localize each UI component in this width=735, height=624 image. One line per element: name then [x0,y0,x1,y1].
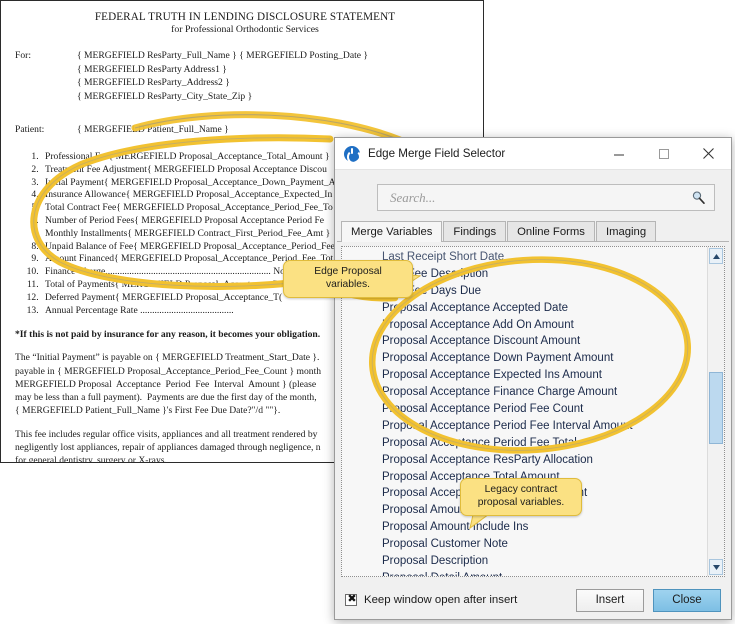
search-area [335,170,731,221]
list-item[interactable]: Proposal Detail Amount [342,570,706,577]
search-input[interactable] [388,189,691,207]
dialog-title-bar[interactable]: Edge Merge Field Selector [335,138,731,170]
edge-merge-field-selector-dialog: Edge Merge Field Selector Merge Varia [334,137,732,620]
tab-bar: Merge VariablesFindingsOnline FormsImagi… [337,221,729,242]
minimize-button[interactable] [596,138,641,169]
scroll-down-button[interactable] [709,559,723,575]
list-item[interactable]: Proposal Acceptance Down Payment Amount [342,350,706,367]
keep-window-open-checkbox-row[interactable]: Keep window open after insert [345,594,567,606]
list-item[interactable]: Proposal Acceptance Add On Amount [342,317,706,334]
tab-imaging[interactable]: Imaging [596,221,656,241]
list-item[interactable]: Proposal Acceptance Period Fee Count [342,401,706,418]
list-item[interactable]: Proposal Acceptance ResParty Allocation [342,452,706,469]
power-app-icon [344,146,360,162]
list-item[interactable]: Proposal Acceptance Finance Charge Amoun… [342,384,706,401]
dialog-footer: Keep window open after insert Insert Clo… [335,581,731,619]
list-item[interactable]: Proposal Customer Note [342,536,706,553]
insert-button[interactable]: Insert [576,589,644,612]
callout-edge-proposal-variables: Edge Proposal variables. [283,260,413,298]
list-item[interactable]: Proposal Acceptance Period Fee Total [342,435,706,452]
tab-online-forms[interactable]: Online Forms [507,221,595,241]
search-box[interactable] [377,184,715,211]
list-item[interactable]: Proposal Acceptance Discount Amount [342,333,706,350]
scroll-up-button[interactable] [709,248,723,264]
scrollbar-thumb[interactable] [709,372,723,444]
close-button[interactable]: Close [653,589,721,612]
dialog-title: Edge Merge Field Selector [368,147,596,160]
tab-findings[interactable]: Findings [443,221,506,241]
close-icon[interactable] [686,138,731,169]
callout-legacy-contract-variables: Legacy contract proposal variables. [460,478,582,516]
vertical-scrollbar[interactable] [707,247,724,576]
list-item[interactable]: Proposal Acceptance Period Fee Interval … [342,418,706,435]
list-item[interactable]: Proposal Amount Include Ins [342,519,706,536]
dialog-body: Merge VariablesFindingsOnline FormsImagi… [335,170,731,577]
maximize-button[interactable] [641,138,686,169]
tab-merge-variables[interactable]: Merge Variables [341,221,442,242]
keep-window-open-checkbox[interactable] [345,594,357,606]
list-item[interactable]: Proposal Acceptance Accepted Date [342,300,706,317]
list-item[interactable]: Proposal Acceptance Expected Ins Amount [342,367,706,384]
search-icon[interactable] [691,190,706,205]
keep-window-open-label: Keep window open after insert [364,594,517,606]
list-item[interactable]: Proposal Description [342,553,706,570]
